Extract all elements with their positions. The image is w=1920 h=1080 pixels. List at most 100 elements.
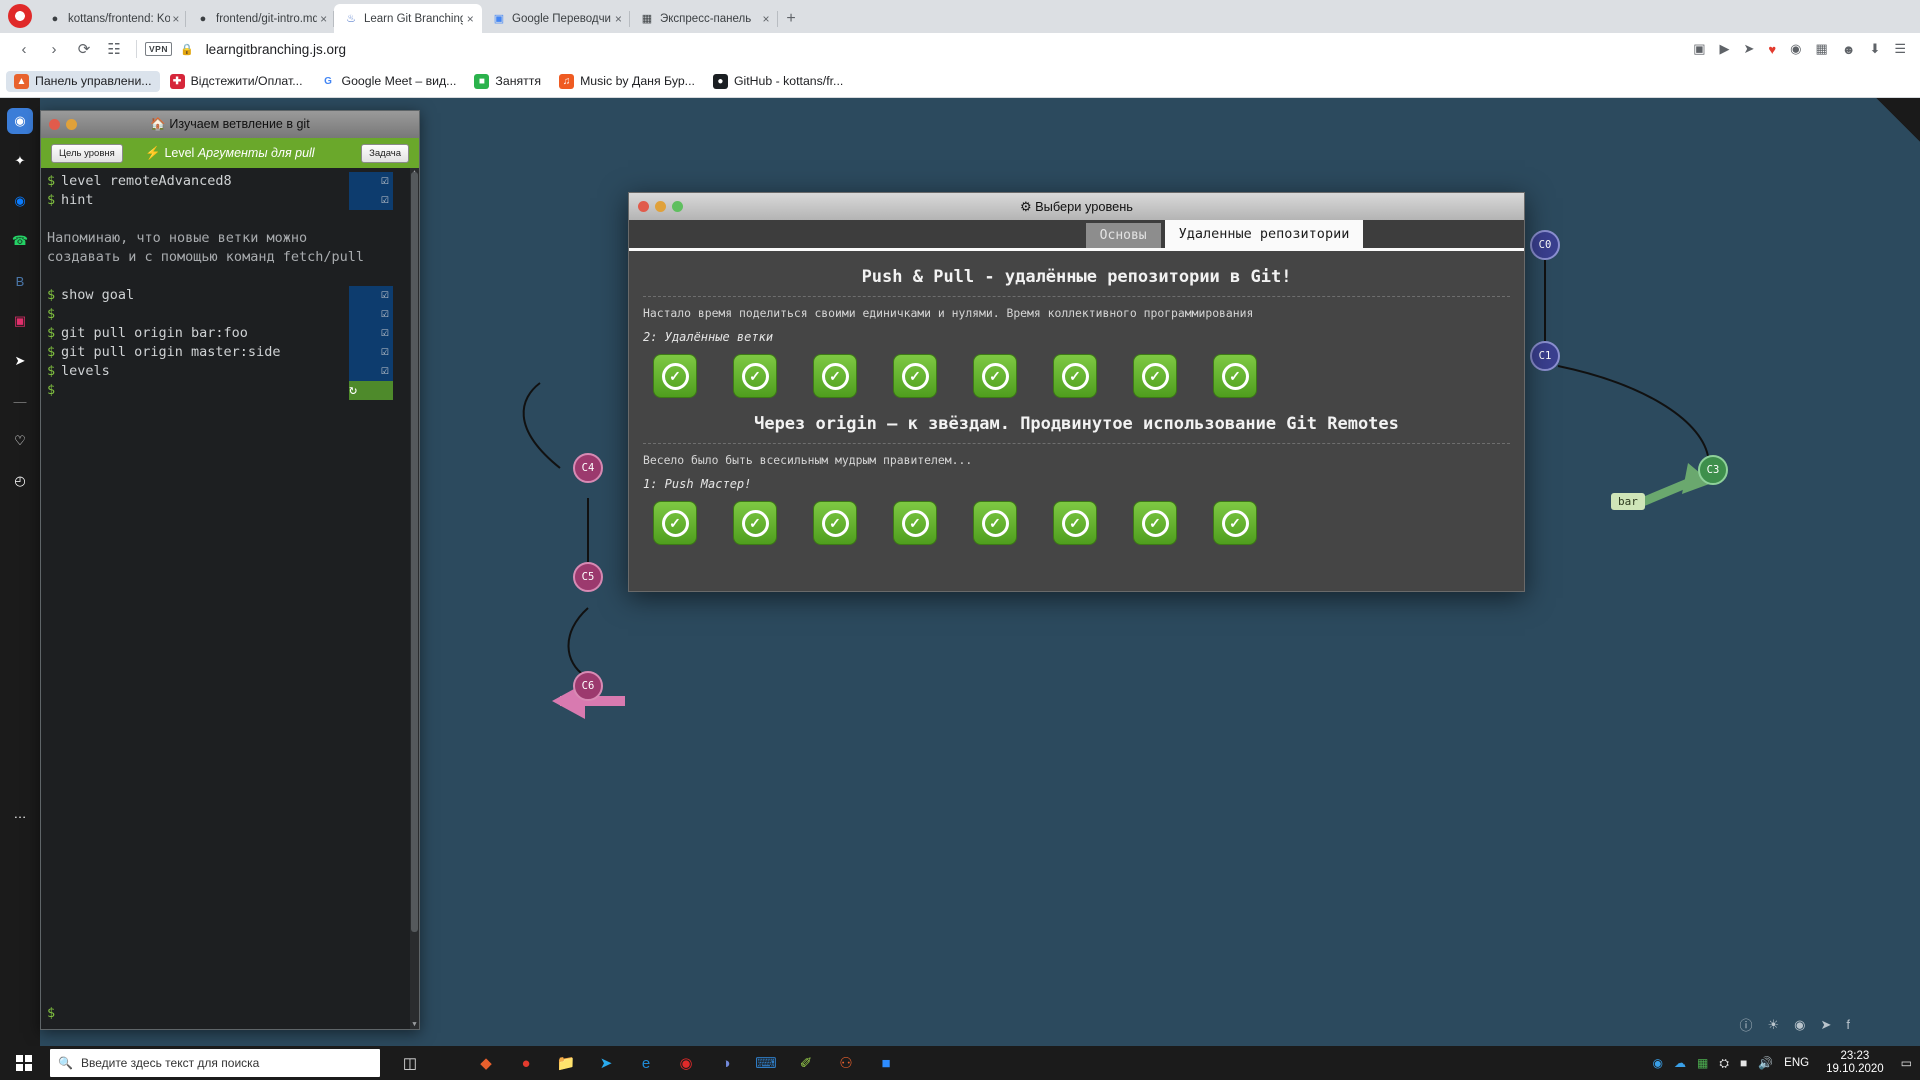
facebook-icon[interactable]: f [1846, 1017, 1850, 1032]
explorer-icon[interactable]: 📁 [546, 1046, 586, 1080]
favorites-icon[interactable]: ♡ [7, 428, 33, 454]
sound-icon[interactable]: ☀ [1767, 1017, 1779, 1033]
browser-tab[interactable]: ● kottans/frontend: Kottans f × [38, 4, 186, 33]
puzzle-icon[interactable]: ▦ [1815, 41, 1827, 57]
start-button[interactable] [0, 1046, 48, 1080]
menu-icon[interactable]: ☰ [1894, 41, 1906, 57]
tab-close-icon[interactable]: × [463, 12, 478, 26]
commit-node[interactable]: C6 [573, 671, 603, 701]
tab-close-icon[interactable]: × [611, 12, 626, 26]
tab-remote-repos[interactable]: Удаленные репозитории [1164, 220, 1364, 248]
star-icon[interactable]: ✦ [7, 148, 33, 174]
sticky-notes-icon[interactable]: ◆ [466, 1046, 506, 1080]
task-button[interactable]: Задача [361, 143, 409, 163]
onedrive-icon[interactable]: ☁ [1674, 1056, 1686, 1070]
browser-tab[interactable]: ▣ Google Переводчик × [482, 4, 630, 33]
show-goal-button[interactable]: Цель уровня [51, 143, 123, 163]
terminal-title-bar[interactable]: 🏠 Изучаем ветвление в git [41, 111, 419, 138]
history-icon[interactable]: ◴ [7, 468, 33, 494]
forward-icon[interactable]: › [40, 36, 68, 62]
scroll-down-icon[interactable]: ▼ [410, 1020, 419, 1029]
bookmark-item[interactable]: ● GitHub - kottans/fr... [705, 71, 851, 92]
sound-icon[interactable]: 🔊 [1758, 1056, 1773, 1070]
reload-icon[interactable]: ⟳ [70, 36, 98, 62]
dialog-title-bar[interactable]: ⚙ Выбери уровень [629, 193, 1524, 220]
notification-icon[interactable]: ▭ [1901, 1056, 1912, 1070]
browser-tab[interactable]: ▦ Экспресс-панель × [630, 4, 778, 33]
level-button[interactable]: ✓ [813, 501, 857, 545]
terminal-output[interactable]: $ level remoteAdvanced8 $ hint Напоминаю… [41, 168, 419, 1029]
level-button[interactable]: ✓ [973, 501, 1017, 545]
battery-icon[interactable]: ■ [1740, 1056, 1747, 1070]
browser-tab-active[interactable]: ♨ Learn Git Branching × [334, 4, 482, 33]
bookmark-item[interactable]: ♫ Music by Даня Бур... [551, 71, 703, 92]
download-icon[interactable]: ⬇ [1869, 41, 1880, 57]
commit-node[interactable]: C5 [573, 562, 603, 592]
browser-tab[interactable]: ● frontend/git-intro.md at m × [186, 4, 334, 33]
new-tab-button[interactable]: + [778, 5, 804, 33]
palette-icon[interactable]: ◉ [1790, 41, 1801, 57]
discord-icon[interactable]: ◑ [706, 1046, 746, 1080]
tab-close-icon[interactable]: × [758, 12, 774, 26]
bookmark-item[interactable]: ■ Заняття [466, 71, 549, 92]
taskbar-clock[interactable]: 23:23 19.10.2020 [1820, 1050, 1890, 1076]
share-icon[interactable]: ➤ [1820, 1017, 1831, 1033]
commit-node[interactable]: C1 [1530, 341, 1560, 371]
level-button[interactable]: ✓ [813, 354, 857, 398]
opera-icon[interactable]: ◉ [666, 1046, 706, 1080]
paint-icon[interactable]: ✐ [786, 1046, 826, 1080]
more-icon[interactable]: … [7, 800, 33, 826]
tab-close-icon[interactable]: × [170, 12, 182, 26]
commit-node[interactable]: C4 [573, 453, 603, 483]
commit-node[interactable]: C3 [1698, 455, 1728, 485]
instagram-icon[interactable]: ▣ [7, 308, 33, 334]
tab-close-icon[interactable]: × [317, 12, 330, 26]
bookmark-item[interactable]: ✚ Відстежити/Оплат... [162, 71, 311, 92]
bookmark-item[interactable]: G Google Meet – вид... [313, 71, 465, 92]
messenger-icon[interactable]: ◉ [7, 188, 33, 214]
shield-icon[interactable]: ⛭ [1719, 1056, 1729, 1071]
send-icon[interactable]: ➤ [1743, 41, 1754, 57]
camera-icon[interactable]: ▣ [1693, 41, 1705, 57]
vk-icon[interactable]: В [7, 268, 33, 294]
vscode-icon[interactable]: ⌨ [746, 1046, 786, 1080]
zoom-icon[interactable]: ■ [866, 1046, 906, 1080]
level-button[interactable]: ✓ [1213, 354, 1257, 398]
tab-basics[interactable]: Основы [1085, 223, 1161, 248]
record-icon[interactable]: ● [506, 1046, 546, 1080]
whatsapp-icon[interactable]: ☎ [7, 228, 33, 254]
heart-icon[interactable]: ♥ [1768, 42, 1776, 57]
folder-icon[interactable]: ▦ [1697, 1056, 1708, 1070]
grid-menu-icon[interactable]: ☷ [100, 36, 128, 62]
address-bar-url[interactable]: learngitbranching.js.org [206, 42, 346, 57]
telegram-icon[interactable]: ➤ [586, 1046, 626, 1080]
level-button[interactable]: ✓ [1133, 501, 1177, 545]
back-icon[interactable]: ‹ [10, 36, 38, 62]
taskbar-search[interactable]: 🔍 Введите здесь текст для поиска [50, 1049, 380, 1077]
level-button[interactable]: ✓ [893, 354, 937, 398]
terminal-input-prompt[interactable]: $ [47, 1005, 55, 1021]
branch-tag[interactable]: bar [1611, 493, 1645, 510]
level-button[interactable]: ✓ [1133, 354, 1177, 398]
commit-node[interactable]: C0 [1530, 230, 1560, 260]
level-button[interactable]: ✓ [893, 501, 937, 545]
command-icon[interactable]: ◉ [1794, 1017, 1805, 1033]
level-button[interactable]: ✓ [733, 501, 777, 545]
help-icon[interactable]: ⓘ [1739, 1015, 1752, 1034]
edge-icon[interactable]: e [626, 1046, 666, 1080]
level-button[interactable]: ✓ [1053, 354, 1097, 398]
git-icon[interactable]: ⚇ [826, 1046, 866, 1080]
vpn-badge[interactable]: VPN [145, 42, 172, 56]
bookmark-item[interactable]: ▲ Панель управлени... [6, 70, 160, 92]
telegram-icon[interactable]: ➤ [7, 348, 33, 374]
level-button[interactable]: ✓ [1053, 501, 1097, 545]
opera-home-icon[interactable]: ◉ [7, 108, 33, 134]
level-button[interactable]: ✓ [653, 354, 697, 398]
level-button[interactable]: ✓ [973, 354, 1017, 398]
profile-icon[interactable]: ☻ [1842, 42, 1856, 57]
play-icon[interactable]: ▶ [1719, 41, 1729, 57]
scrollbar-thumb[interactable] [411, 172, 418, 932]
task-view-icon[interactable]: ◫ [390, 1046, 430, 1080]
language-indicator[interactable]: ENG [1784, 1057, 1809, 1069]
level-button[interactable]: ✓ [733, 354, 777, 398]
